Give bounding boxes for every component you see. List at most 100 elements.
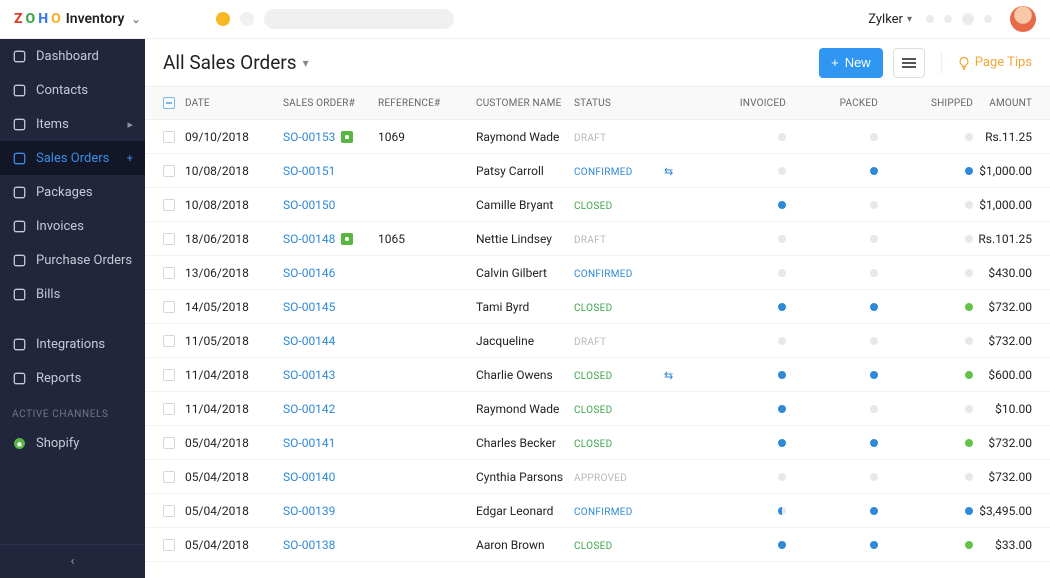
sales-order-link[interactable]: SO-00151 bbox=[283, 164, 335, 178]
sales-order-link[interactable]: SO-00153 bbox=[283, 130, 335, 144]
sidebar-item-label: Dashboard bbox=[36, 49, 133, 64]
sidebar-item-invoices[interactable]: Invoices bbox=[0, 209, 145, 243]
col-header-shipped[interactable]: SHIPPED bbox=[878, 98, 973, 109]
row-checkbox[interactable] bbox=[163, 267, 175, 279]
col-header-customer[interactable]: CUSTOMER NAME bbox=[476, 98, 574, 109]
table-row[interactable]: 11/04/2018SO-00142Raymond WadeCLOSED$10.… bbox=[145, 392, 1050, 426]
shipped-dot bbox=[965, 269, 973, 277]
row-checkbox[interactable] bbox=[163, 403, 175, 415]
header-action-dot[interactable] bbox=[962, 13, 974, 25]
table-row[interactable]: 18/06/2018SO-001481065Nettie LindseyDRAF… bbox=[145, 222, 1050, 256]
shopify-icon bbox=[12, 437, 26, 450]
row-checkbox[interactable] bbox=[163, 539, 175, 551]
doc-icon bbox=[12, 220, 26, 233]
brand[interactable]: ZOHO Inventory ⌄ bbox=[14, 11, 141, 27]
table-row[interactable]: 10/08/2018SO-00150Camille BryantCLOSED$1… bbox=[145, 188, 1050, 222]
row-checkbox[interactable] bbox=[163, 437, 175, 449]
sales-order-link[interactable]: SO-00150 bbox=[283, 198, 335, 212]
row-checkbox[interactable] bbox=[163, 131, 175, 143]
cell-amount: $732.00 bbox=[973, 470, 1032, 484]
table-row[interactable]: 05/04/2018SO-00141Charles BeckerCLOSED$7… bbox=[145, 426, 1050, 460]
col-header-packed[interactable]: PACKED bbox=[786, 98, 878, 109]
cell-date: 11/04/2018 bbox=[185, 402, 283, 416]
header-action-dot[interactable] bbox=[926, 15, 934, 23]
cell-customer: Charlie Owens bbox=[476, 368, 574, 382]
sales-order-link[interactable]: SO-00144 bbox=[283, 334, 335, 348]
sales-order-link[interactable]: SO-00145 bbox=[283, 300, 335, 314]
row-checkbox[interactable] bbox=[163, 471, 175, 483]
table-row[interactable]: 14/05/2018SO-00145Tami ByrdCLOSED$732.00 bbox=[145, 290, 1050, 324]
page-tips-link[interactable]: Page Tips bbox=[958, 55, 1032, 70]
sidebar-item-reports[interactable]: Reports bbox=[0, 361, 145, 395]
avatar[interactable] bbox=[1010, 6, 1036, 32]
cell-customer: Patsy Carroll bbox=[476, 164, 574, 178]
row-checkbox[interactable] bbox=[163, 233, 175, 245]
chevron-left-icon: ‹ bbox=[71, 554, 75, 569]
sidebar-item-label: Invoices bbox=[36, 219, 133, 234]
sales-order-link[interactable]: SO-00141 bbox=[283, 436, 335, 450]
sidebar-item-sales-orders[interactable]: Sales Orders+ bbox=[0, 141, 145, 175]
header-action-dot[interactable] bbox=[984, 15, 992, 23]
sales-order-link[interactable]: SO-00138 bbox=[283, 538, 335, 552]
table-row[interactable]: 11/05/2018SO-00144JacquelineDRAFT$732.00 bbox=[145, 324, 1050, 358]
cell-amount: $3,495.00 bbox=[973, 504, 1032, 518]
sales-order-link[interactable]: SO-00140 bbox=[283, 470, 335, 484]
org-switcher[interactable]: Zylker ▾ bbox=[868, 12, 912, 27]
table-row[interactable]: 05/04/2018SO-00140Cynthia ParsonsAPPROVE… bbox=[145, 460, 1050, 494]
sales-order-link[interactable]: SO-00143 bbox=[283, 368, 335, 382]
col-header-date[interactable]: DATE bbox=[185, 98, 283, 109]
table-row[interactable]: 05/04/2018SO-00139Edgar LeonardCONFIRMED… bbox=[145, 494, 1050, 528]
row-checkbox[interactable] bbox=[163, 505, 175, 517]
status-badge: CLOSED bbox=[574, 201, 612, 212]
row-checkbox[interactable] bbox=[163, 199, 175, 211]
select-all-checkbox[interactable] bbox=[163, 97, 175, 109]
table-row[interactable]: 10/08/2018SO-00151Patsy CarrollCONFIRMED… bbox=[145, 154, 1050, 188]
cell-date: 05/04/2018 bbox=[185, 504, 283, 518]
sidebar-item-contacts[interactable]: Contacts bbox=[0, 73, 145, 107]
sidebar-item-packages[interactable]: Packages bbox=[0, 175, 145, 209]
sidebar-collapse[interactable]: ‹ bbox=[0, 544, 145, 578]
sales-order-link[interactable]: SO-00148 bbox=[283, 232, 335, 246]
status-badge: CONFIRMED bbox=[574, 269, 633, 280]
shipped-dot bbox=[965, 371, 973, 379]
sidebar-item-items[interactable]: Items▸ bbox=[0, 107, 145, 141]
shopify-badge-icon bbox=[341, 131, 353, 143]
packed-dot bbox=[870, 439, 878, 447]
shipped-dot bbox=[965, 235, 973, 243]
table-row[interactable]: 13/06/2018SO-00146Calvin GilbertCONFIRME… bbox=[145, 256, 1050, 290]
sidebar-item-bills[interactable]: Bills bbox=[0, 277, 145, 311]
sync-icon: ⇆ bbox=[664, 165, 673, 178]
plus-icon[interactable]: + bbox=[127, 152, 133, 165]
table-row[interactable]: 09/10/2018SO-001531069Raymond WadeDRAFTR… bbox=[145, 120, 1050, 154]
search-placeholder[interactable] bbox=[264, 9, 454, 29]
row-checkbox[interactable] bbox=[163, 335, 175, 347]
row-checkbox[interactable] bbox=[163, 301, 175, 313]
cell-date: 11/04/2018 bbox=[185, 368, 283, 382]
row-checkbox[interactable] bbox=[163, 369, 175, 381]
col-header-invoiced[interactable]: INVOICED bbox=[694, 98, 786, 109]
cell-customer: Charles Becker bbox=[476, 436, 574, 450]
view-title-dropdown[interactable]: All Sales Orders ▾ bbox=[163, 51, 309, 74]
sidebar-item-purchase-orders[interactable]: Purchase Orders bbox=[0, 243, 145, 277]
sales-order-link[interactable]: SO-00139 bbox=[283, 504, 335, 518]
cell-customer: Cynthia Parsons bbox=[476, 470, 574, 484]
sidebar-item-label: Packages bbox=[36, 185, 133, 200]
list-options-button[interactable] bbox=[893, 48, 925, 78]
sidebar-item-integrations[interactable]: Integrations bbox=[0, 327, 145, 361]
sales-order-link[interactable]: SO-00146 bbox=[283, 266, 335, 280]
sidebar-item-dashboard[interactable]: Dashboard bbox=[0, 39, 145, 73]
col-header-ref[interactable]: REFERENCE# bbox=[378, 98, 476, 109]
col-header-so[interactable]: SALES ORDER# bbox=[283, 98, 378, 109]
header-action-dot[interactable] bbox=[944, 15, 952, 23]
col-header-amount[interactable]: AMOUNT bbox=[973, 98, 1032, 109]
row-checkbox[interactable] bbox=[163, 165, 175, 177]
sales-order-link[interactable]: SO-00142 bbox=[283, 402, 335, 416]
table-row[interactable]: 11/04/2018SO-00143Charlie OwensCLOSED⇆$6… bbox=[145, 358, 1050, 392]
new-button[interactable]: + New bbox=[819, 48, 883, 78]
invoiced-dot bbox=[778, 235, 786, 243]
table-row[interactable]: 05/04/2018SO-00138Aaron BrownCLOSED$33.0… bbox=[145, 528, 1050, 562]
sidebar-channel-shopify[interactable]: Shopify bbox=[0, 426, 145, 460]
status-badge: APPROVED bbox=[574, 473, 627, 484]
col-header-status[interactable]: STATUS bbox=[574, 98, 664, 109]
sidebar-item-label: Contacts bbox=[36, 83, 133, 98]
